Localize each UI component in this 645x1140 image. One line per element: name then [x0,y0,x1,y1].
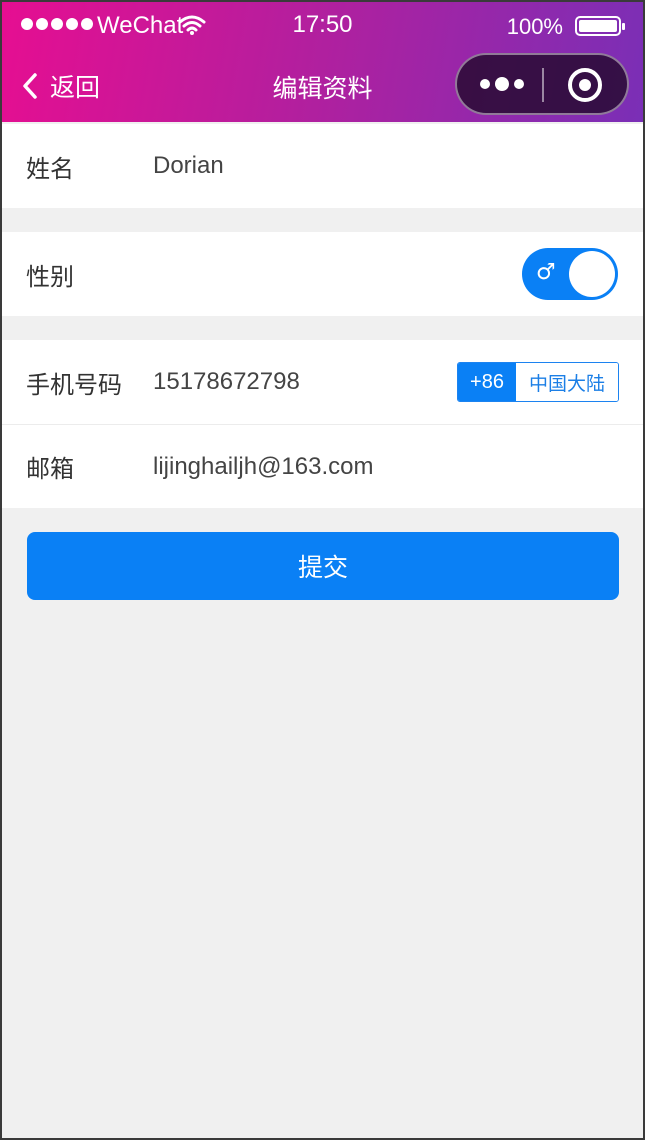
submit-button[interactable]: 提交 [27,532,619,600]
region-name: 中国大陆 [516,363,618,401]
name-section: 姓名 Dorian [2,124,643,208]
gender-row: 性别 ♂ [2,232,643,316]
name-row: 姓名 Dorian [2,124,643,208]
gender-toggle[interactable]: ♂ [522,248,618,300]
country-code: +86 [458,363,516,401]
phone-input[interactable]: 15178672798 [153,368,443,396]
battery-percent: 100% [506,14,563,39]
mini-program-capsule [455,53,629,115]
region-selector[interactable]: +86 中国大陆 [457,362,619,402]
email-row: 邮箱 lijinghailjh@163.com [2,424,643,508]
male-icon: ♂ [536,260,556,285]
app-header: WeChat 17:50 100% 返回 编辑资料 [2,2,643,122]
capsule-divider [542,68,544,102]
phone-row: 手机号码 15178672798 +86 中国大陆 [2,340,643,424]
name-label: 姓名 [26,154,74,183]
status-bar: WeChat 17:50 100% [2,2,643,50]
email-label: 邮箱 [26,455,74,483]
email-input[interactable]: lijinghailjh@163.com [153,453,443,481]
close-target-icon[interactable] [567,67,603,103]
contact-section: 手机号码 15178672798 +86 中国大陆 邮箱 lijinghailj… [2,340,643,508]
phone-label: 手机号码 [26,370,122,399]
battery-icon [575,16,625,36]
gender-section: 性别 ♂ [2,232,643,316]
gender-label: 性别 [26,262,74,291]
toggle-knob [569,251,615,297]
nav-bar: 返回 编辑资料 [2,50,643,122]
more-icon[interactable] [477,72,527,96]
name-input[interactable]: Dorian [153,152,443,180]
